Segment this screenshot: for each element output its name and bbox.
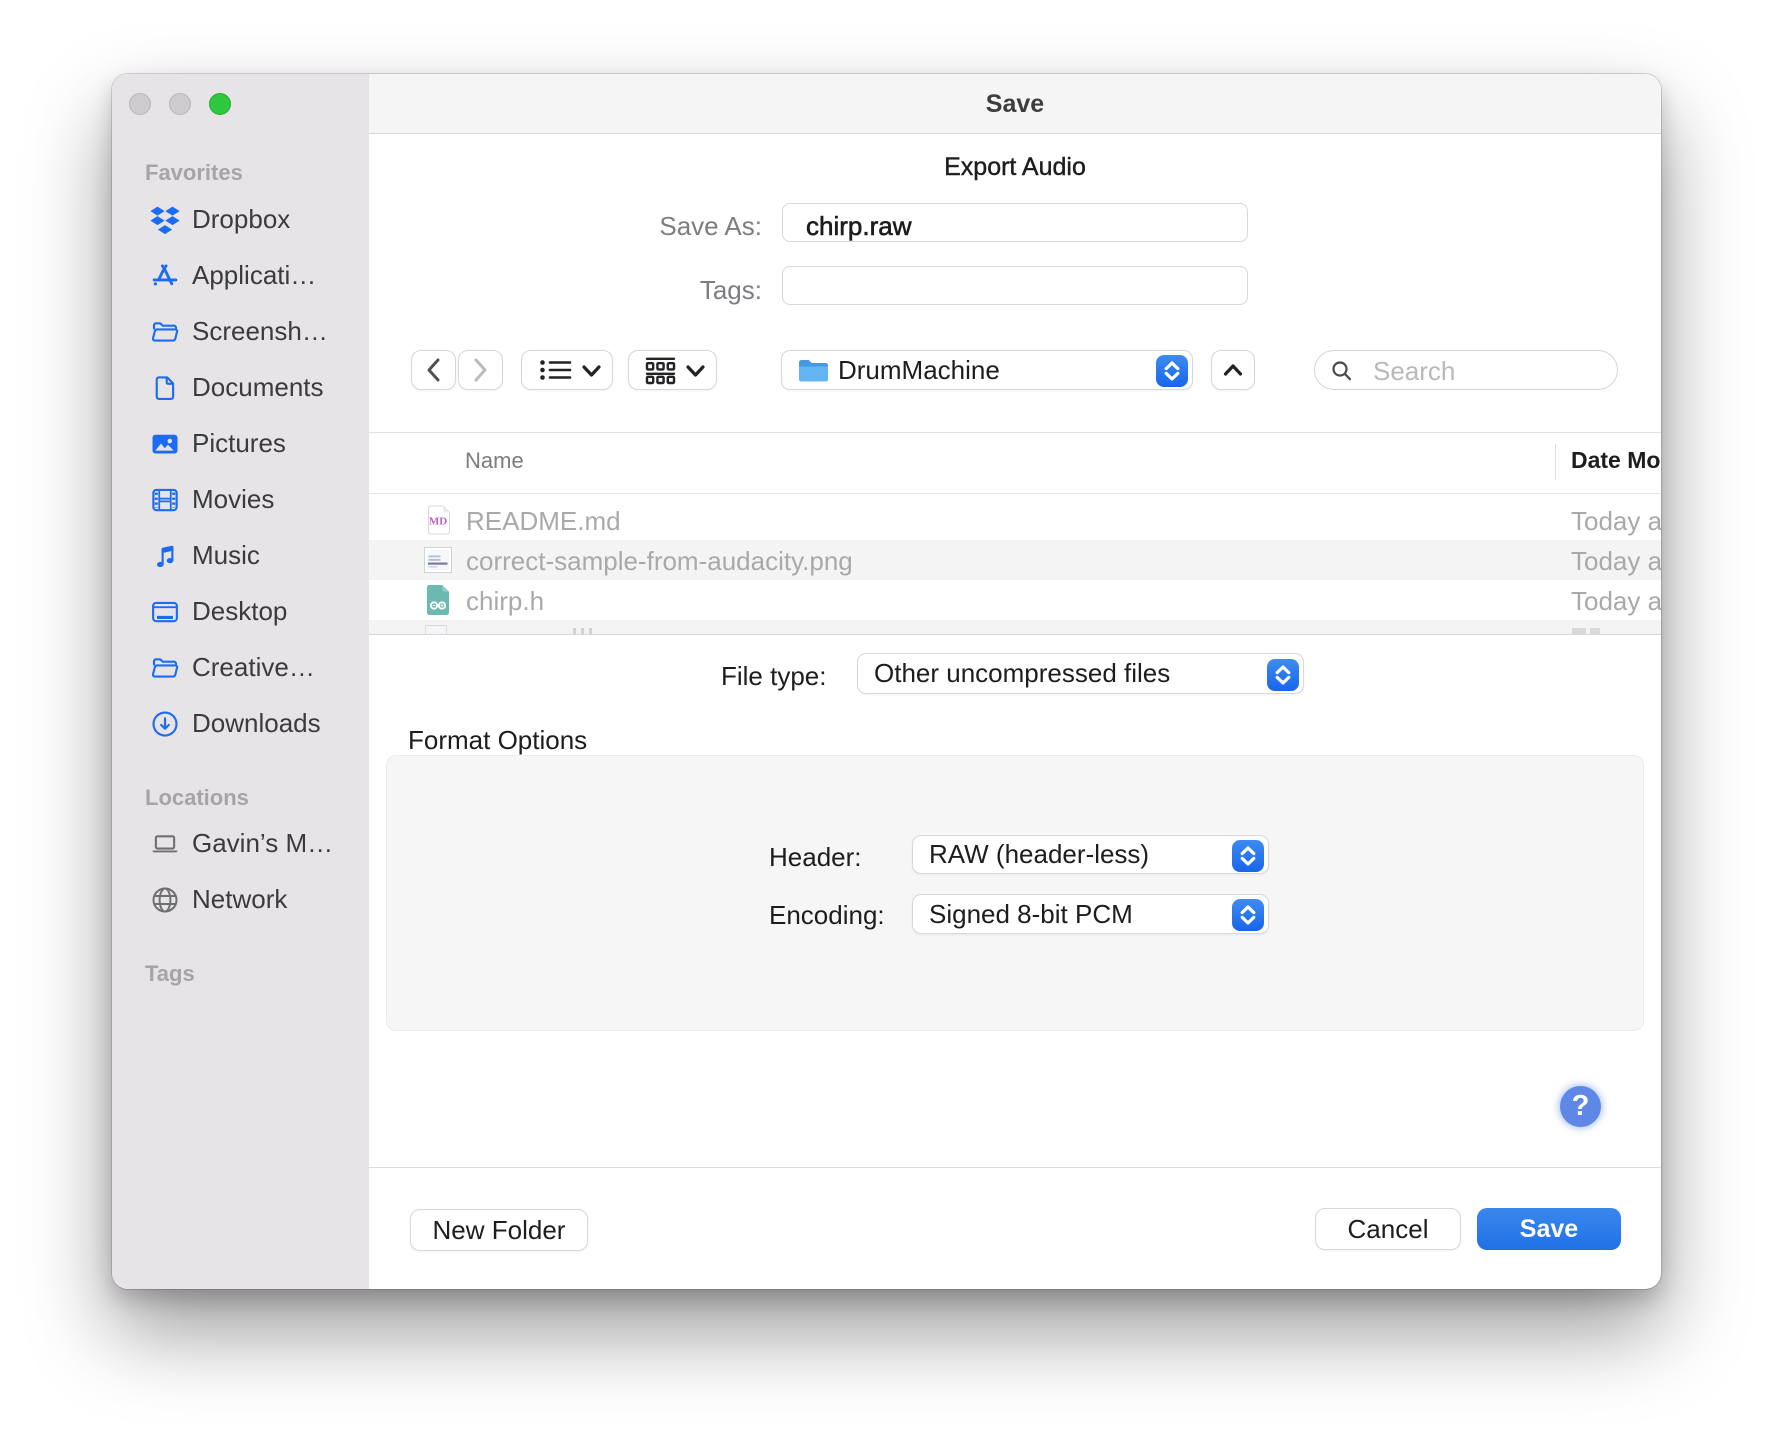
svg-text:MD: MD bbox=[429, 516, 447, 528]
